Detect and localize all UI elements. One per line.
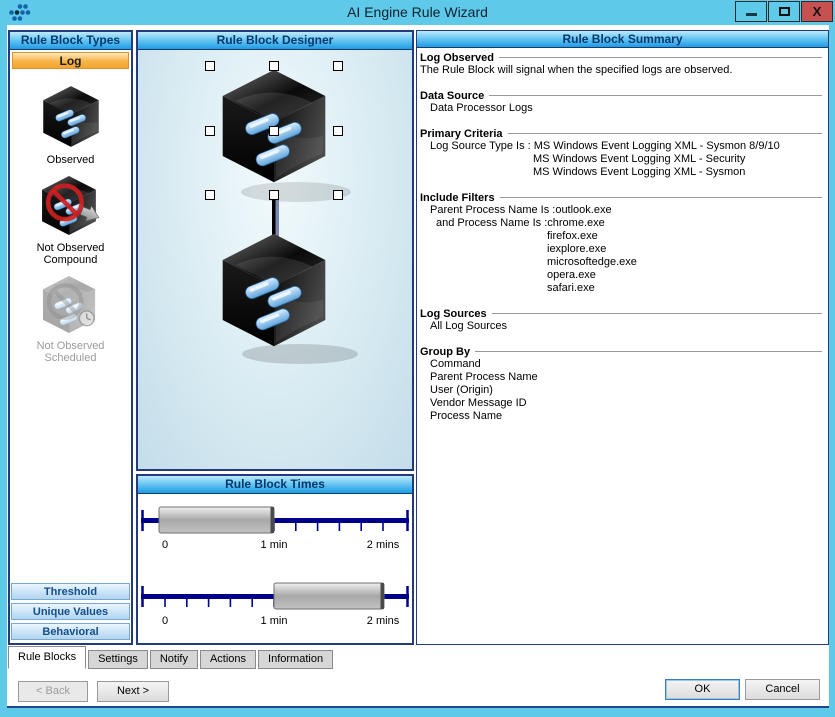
- rule-block-types-panel: Rule Block Types Log Observed Not Observ…: [8, 30, 133, 645]
- summary-section-title: Include Filters: [420, 192, 495, 204]
- minimize-button[interactable]: [735, 1, 767, 22]
- slider-handle[interactable]: [274, 583, 384, 609]
- summary-section-rule: [489, 95, 822, 97]
- not-observed-scheduled-icon: [36, 274, 106, 336]
- summary-section-title: Data Source: [420, 90, 484, 102]
- rule-block-summary-panel: Rule Block Summary Log ObservedThe Rule …: [416, 30, 829, 645]
- summary-line: Vendor Message ID: [420, 397, 824, 410]
- cancel-button[interactable]: Cancel: [745, 679, 820, 700]
- summary-line: MS Windows Event Logging XML - Sysmon: [420, 166, 824, 179]
- summary-line: The Rule Block will signal when the spec…: [420, 64, 824, 77]
- time-slider-1[interactable]: 0 1 min 2 mins: [141, 505, 409, 552]
- tick-label-1min: 1 min: [261, 539, 288, 551]
- wizard-tabstrip: Rule Blocks Settings Notify Actions Info…: [8, 645, 335, 669]
- rule-block-times-header: Rule Block Times: [138, 476, 412, 494]
- tick-label-0: 0: [162, 615, 168, 627]
- maximize-button[interactable]: [768, 1, 800, 22]
- unique-values-category-button[interactable]: Unique Values: [11, 603, 130, 620]
- summary-line: iexplore.exe: [420, 243, 824, 256]
- log-category-button[interactable]: Log: [12, 52, 129, 69]
- rule-block-designer-panel: Rule Block Designer: [136, 30, 414, 471]
- summary-section-rule: [492, 313, 822, 315]
- summary-section-rule: [475, 351, 822, 353]
- summary-section: Log ObservedThe Rule Block will signal w…: [420, 51, 824, 77]
- designer-canvas[interactable]: [138, 50, 412, 469]
- next-button[interactable]: Next >: [97, 681, 169, 702]
- window-title: AI Engine Rule Wizard: [0, 0, 835, 25]
- summary-line: Command: [420, 358, 824, 371]
- summary-section: Primary CriteriaLog Source Type Is : MS …: [420, 127, 824, 179]
- minimize-icon: [746, 13, 757, 16]
- titlebar: AI Engine Rule Wizard X: [0, 0, 835, 25]
- summary-line: Data Processor Logs: [420, 102, 824, 115]
- tick-label-2mins: 2 mins: [367, 615, 400, 627]
- rule-block-connector: [272, 198, 279, 238]
- rule-type-observed[interactable]: Observed: [10, 84, 131, 166]
- summary-line: Parent Process Name: [420, 371, 824, 384]
- tick-label-0: 0: [162, 539, 168, 551]
- summary-section: Log SourcesAll Log Sources: [420, 307, 824, 333]
- summary-line: Log Source Type Is : MS Windows Event Lo…: [420, 140, 824, 153]
- summary-line: and Process Name Is :chrome.exe: [420, 217, 824, 230]
- tab-rule-blocks[interactable]: Rule Blocks: [8, 646, 86, 669]
- summary-section-title: Primary Criteria: [420, 128, 503, 140]
- summary-line: opera.exe: [420, 269, 824, 282]
- ok-button[interactable]: OK: [665, 679, 740, 700]
- tick-label-2mins: 2 mins: [367, 539, 400, 551]
- rule-type-label: Not Observed Compound: [19, 242, 123, 266]
- ai-engine-rule-wizard-window: AI Engine Rule Wizard X Rule Block Types…: [0, 0, 835, 717]
- summary-line: User (Origin): [420, 384, 824, 397]
- summary-line: MS Windows Event Logging XML - Security: [420, 153, 824, 166]
- rule-block-designer-header: Rule Block Designer: [138, 32, 412, 50]
- back-button[interactable]: < Back: [18, 681, 88, 702]
- rule-type-label: Observed: [19, 154, 123, 166]
- summary-line: safari.exe: [420, 282, 824, 295]
- maximize-icon: [779, 7, 790, 16]
- summary-line: All Log Sources: [420, 320, 824, 333]
- close-button[interactable]: X: [801, 1, 833, 22]
- summary-line: Parent Process Name Is :outlook.exe: [420, 204, 824, 217]
- left-panel-spacer: [10, 364, 131, 580]
- summary-section-title: Log Observed: [420, 52, 494, 64]
- rule-type-not-observed-scheduled: Not Observed Scheduled: [10, 274, 131, 364]
- tab-notify[interactable]: Notify: [150, 650, 198, 669]
- rule-block-times-panel: Rule Block Times 0 1 min 2 mins 0: [136, 474, 414, 645]
- summary-body: Log ObservedThe Rule Block will signal w…: [417, 48, 828, 423]
- tick-label-1min: 1 min: [261, 615, 288, 627]
- summary-section-rule: [508, 133, 822, 135]
- summary-line: firefox.exe: [420, 230, 824, 243]
- rule-block-types-header: Rule Block Types: [10, 32, 131, 50]
- rule-block-cube-2[interactable]: [223, 234, 326, 346]
- slider-handle[interactable]: [159, 507, 274, 533]
- behavioral-category-button[interactable]: Behavioral: [11, 623, 130, 640]
- tab-information[interactable]: Information: [258, 650, 333, 669]
- observed-cube-icon: [38, 84, 104, 150]
- summary-section-rule: [499, 57, 822, 59]
- summary-section: Include FiltersParent Process Name Is :o…: [420, 191, 824, 295]
- wizard-content: Rule Block Types Log Observed Not Observ…: [7, 25, 829, 708]
- summary-section-title: Group By: [420, 346, 470, 358]
- rule-block-summary-header: Rule Block Summary: [417, 31, 828, 48]
- time-slider-2[interactable]: 0 1 min 2 mins: [141, 581, 409, 628]
- summary-section-rule: [500, 197, 822, 199]
- summary-section-title: Log Sources: [420, 308, 487, 320]
- not-observed-compound-icon: [35, 174, 107, 238]
- tab-settings[interactable]: Settings: [88, 650, 148, 669]
- rule-type-label: Not Observed Scheduled: [19, 340, 123, 364]
- summary-section: Group ByCommandParent Process NameUser (…: [420, 345, 824, 423]
- summary-section: Data SourceData Processor Logs: [420, 89, 824, 115]
- slider-handle-edge: [271, 507, 275, 533]
- threshold-category-button[interactable]: Threshold: [11, 583, 130, 600]
- summary-line: microsoftedge.exe: [420, 256, 824, 269]
- summary-line: Process Name: [420, 410, 824, 423]
- slider-handle-edge: [381, 583, 385, 609]
- rule-type-not-observed-compound[interactable]: Not Observed Compound: [10, 174, 131, 266]
- tab-actions[interactable]: Actions: [200, 650, 256, 669]
